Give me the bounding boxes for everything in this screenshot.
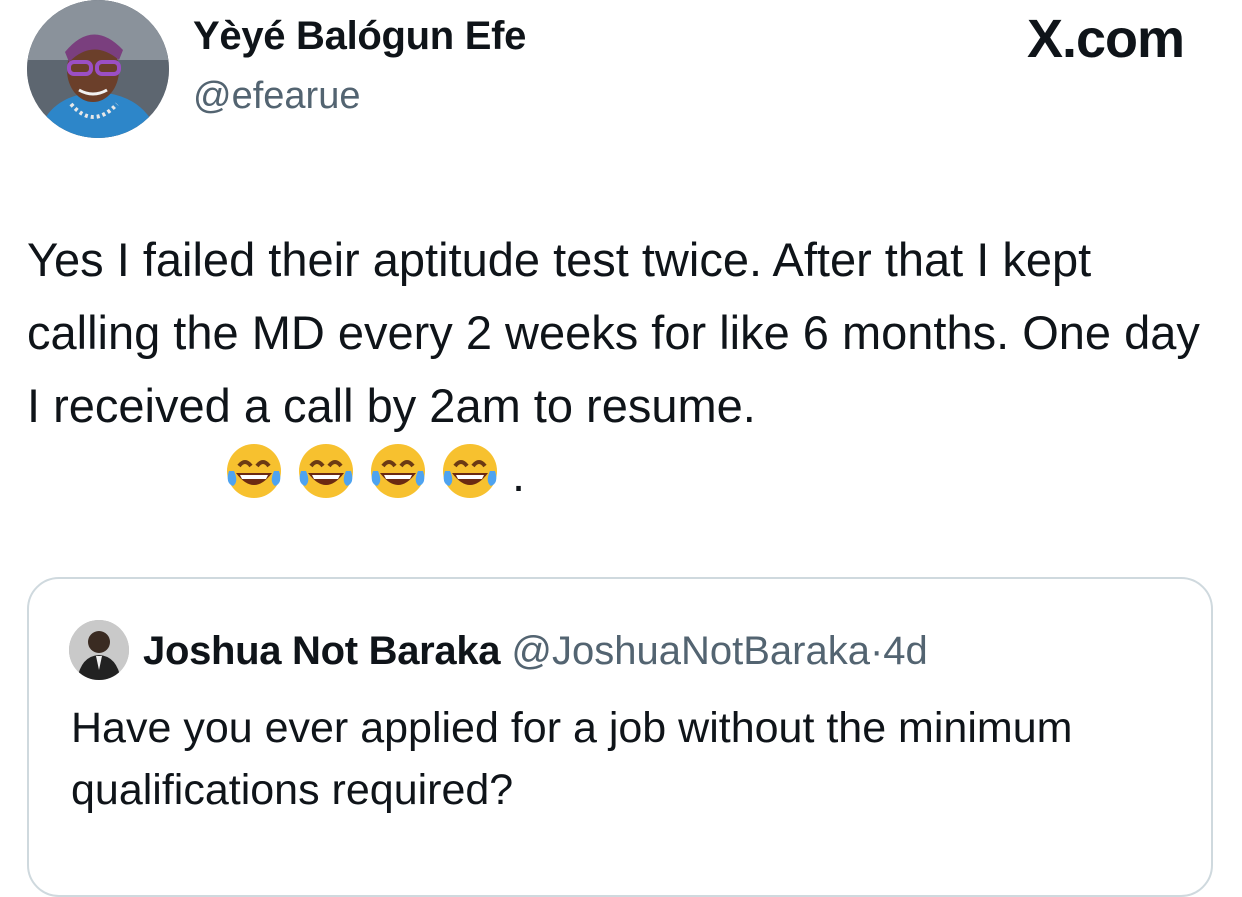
quoted-tweet-card[interactable]: Joshua Not Baraka @JoshuaNotBaraka·4d Ha… <box>27 577 1213 897</box>
quoted-tweet-header: Joshua Not Baraka @JoshuaNotBaraka·4d <box>143 627 928 675</box>
tweet-trailing-period: . <box>512 448 526 501</box>
quoted-tweet-text: Have you ever applied for a job without … <box>71 704 1073 814</box>
tweet-body-text: Yes I failed their aptitude test twice. … <box>27 233 1200 432</box>
quoted-author-name[interactable]: Joshua Not Baraka <box>143 629 501 673</box>
emoji-row: . <box>224 441 525 502</box>
author-avatar[interactable] <box>27 0 169 138</box>
separator-dot: · <box>869 629 884 673</box>
face-with-tears-of-joy-icon <box>368 441 428 501</box>
face-with-tears-of-joy-icon <box>296 441 356 501</box>
face-with-tears-of-joy-icon <box>224 441 284 501</box>
author-handle[interactable]: @efearue <box>193 75 360 118</box>
quoted-author-avatar[interactable] <box>69 620 129 680</box>
tweet-text: Yes I failed their aptitude test twice. … <box>27 223 1207 442</box>
author-name[interactable]: Yèyé Balógun Efe <box>193 14 526 59</box>
quoted-author-handle[interactable]: @JoshuaNotBaraka <box>511 629 870 673</box>
face-with-tears-of-joy-icon <box>440 441 500 501</box>
brand-logo: X.com <box>1026 9 1185 69</box>
quoted-tweet-time[interactable]: 4d <box>883 629 928 673</box>
